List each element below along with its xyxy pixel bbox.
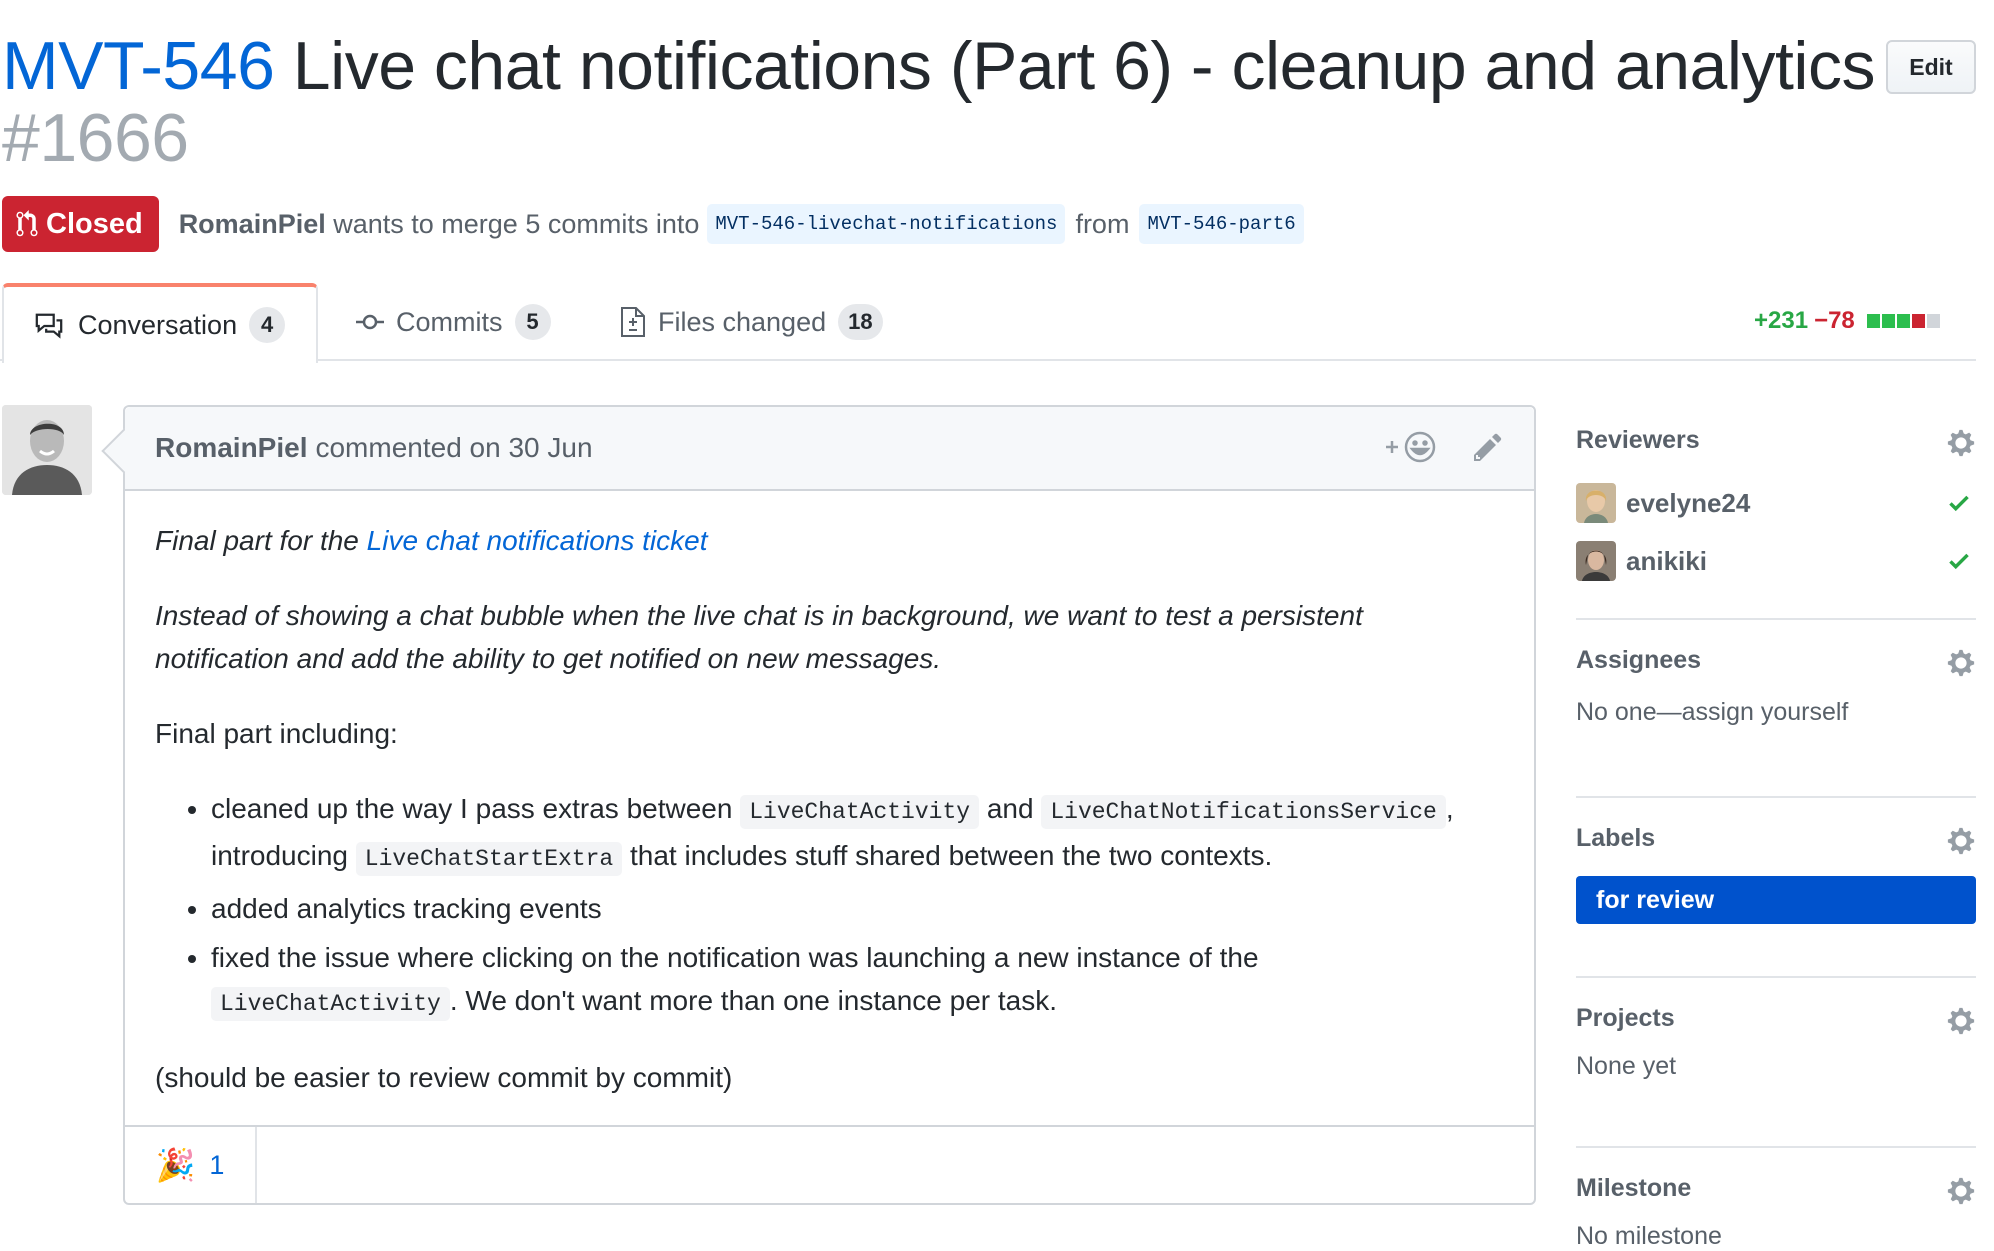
tab-files-changed[interactable]: Files changed 18 [620,283,883,361]
head-branch[interactable]: MVT-546-part6 [1139,204,1304,244]
pr-title-text: Live chat notifications (Part 6) - clean… [274,28,1876,104]
list-text: and [979,793,1042,824]
tab-counter: 5 [514,304,551,340]
tab-label: Conversation [78,309,238,340]
pencil-icon[interactable] [1474,431,1506,463]
list-text: fixed the issue where clicking on the no… [211,942,1259,973]
tab-counter: 18 [838,304,883,340]
gear-icon[interactable] [1946,428,1976,458]
diffstat-block-neutral [1926,314,1940,328]
additions-count: +231 [1754,307,1809,334]
merge-summary: RomainPiel wants to merge 5 commits into [179,209,700,240]
merge-text: wants to merge 5 commits into [325,208,700,239]
git-pull-request-icon [16,210,38,237]
edit-button[interactable]: Edit [1886,40,1976,94]
reviewer-row[interactable]: anikiki [1576,532,1976,590]
author-link[interactable]: RomainPiel [179,209,326,239]
reactions-bar: 🎉 1 [125,1125,1534,1203]
pr-meta: Closed RomainPiel wants to merge 5 commi… [2,196,1312,252]
pr-tabs: Conversation 4 Commits 5 Files changed 1… [0,283,1976,363]
tab-label: Files changed [658,306,827,337]
paragraph-text: Instead of showing a chat bubble when th… [155,600,1363,674]
diffstat-block-added [1896,314,1910,328]
inline-code: LiveChatActivity [740,795,980,829]
tab-counter: 4 [249,307,286,343]
comment-header: RomainPiel commented on 30 Jun [125,407,1534,491]
check-icon [1949,553,1969,570]
party-popper-icon: 🎉 [155,1147,196,1183]
assignees-section: Assignees No one—assign yourself [1576,640,1976,798]
comment-paragraph: (should be easier to review commit by co… [155,1062,733,1093]
diffstat-block-deleted [1911,314,1925,328]
milestone-heading[interactable]: Milestone [1576,1168,1976,1208]
comment-paragraph: Final part including: [155,718,398,749]
pr-number: #1666 [2,100,189,176]
assignees-heading[interactable]: Assignees [1576,640,1976,680]
check-icon [1949,495,1969,512]
diffstat-block-added [1881,314,1895,328]
list-text: that includes stuff shared between the t… [622,840,1273,871]
tab-commits[interactable]: Commits 5 [356,283,551,361]
list-item: fixed the issue where clicking on the no… [211,936,1504,1026]
comment-body: Final part for the Live chat notificatio… [125,491,1534,1099]
projects-heading[interactable]: Projects [1576,998,1976,1038]
milestone-value: No milestone [1576,1222,1722,1250]
diffstat-block-added [1866,314,1880,328]
gear-icon[interactable] [1946,826,1976,856]
assign-yourself-link[interactable]: No one—assign yourself [1576,698,1976,727]
gear-icon[interactable] [1946,1006,1976,1036]
reaction-hooray[interactable]: 🎉 1 [125,1127,257,1203]
git-commit-icon [356,314,384,330]
reviewers-section: Reviewers evelyne24 anikiki [1576,420,1976,620]
list-text: . We don't want more than one instance p… [449,985,1058,1016]
state-label: Closed [46,207,143,240]
diffstat-bars [1866,314,1940,328]
comment-discussion-icon [35,313,63,339]
tab-label: Commits [396,306,503,337]
projects-section: Projects None yet [1576,998,1976,1148]
pr-title: MVT-546 Live chat notifications (Part 6)… [2,30,1882,174]
gear-icon[interactable] [1946,1176,1976,1206]
comment-actions [1384,429,1506,465]
list-text: cleaned up the way I pass extras between [211,793,741,824]
state-badge: Closed [2,196,159,252]
labels-section: Labels for review [1576,818,1976,978]
reviewer-name: anikiki [1626,545,1707,576]
change-list: cleaned up the way I pass extras between… [155,787,1504,1026]
comment-timestamp[interactable]: commented on 30 Jun [315,432,592,464]
comment-paragraph: Instead of showing a chat bubble when th… [155,594,1504,680]
reviewer-row[interactable]: evelyne24 [1576,474,1976,532]
sidebar: Reviewers evelyne24 anikiki Assignees No… [1576,420,1976,1251]
comment-paragraph: Final part for the Live chat notificatio… [155,519,1504,562]
author-avatar[interactable] [2,405,92,495]
inline-code: LiveChatActivity [211,987,450,1021]
file-diff-icon [621,307,645,337]
list-item: added analytics tracking events [211,887,1504,930]
reviewers-heading[interactable]: Reviewers [1576,420,1976,460]
reviewer-name: evelyne24 [1626,487,1751,518]
inline-code: LiveChatNotificationsService [1041,795,1446,829]
ticket-link[interactable]: Live chat notifications ticket [367,525,708,556]
projects-value: None yet [1576,1052,1677,1080]
ticket-link[interactable]: MVT-546 [2,28,275,104]
comment-box: RomainPiel commented on 30 Jun Final part… [123,405,1536,1205]
labels-heading[interactable]: Labels [1576,818,1976,858]
comment-author[interactable]: RomainPiel [155,432,307,464]
label-for-review[interactable]: for review [1576,876,1976,924]
from-text: from [1075,208,1130,239]
tab-conversation[interactable]: Conversation 4 [2,283,318,363]
list-item: cleaned up the way I pass extras between… [211,787,1504,881]
inline-code: LiveChatStartExtra [355,842,623,876]
add-reaction-icon[interactable] [1384,429,1440,465]
reaction-count: 1 [209,1149,225,1180]
pull-request-page: MVT-546 Live chat notifications (Part 6)… [0,0,1994,1250]
milestone-section: Milestone No milestone [1576,1168,1976,1251]
base-branch[interactable]: MVT-546-livechat-notifications [707,204,1066,244]
reviewer-avatar [1576,541,1616,581]
reviewer-avatar [1576,483,1616,523]
paragraph-text: Final part for the [155,525,367,556]
deletions-count: −78 [1814,307,1855,334]
diffstat: +231 −78 [1754,306,1940,336]
gear-icon[interactable] [1946,648,1976,678]
